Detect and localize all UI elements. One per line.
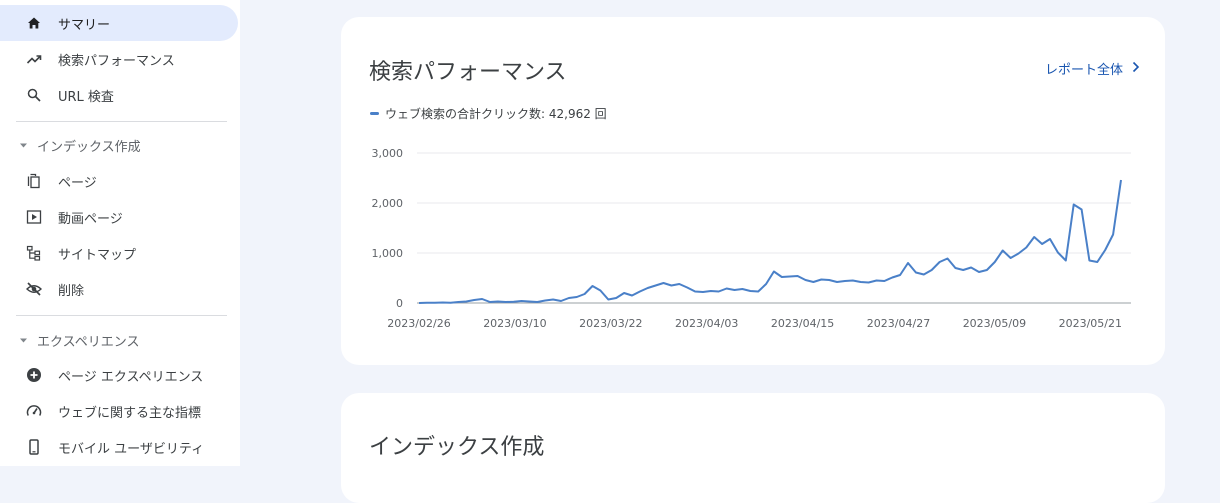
- x-tick-label: 2023/05/21: [1059, 317, 1122, 330]
- sidebar-item-label: 検索パフォーマンス: [58, 54, 175, 69]
- sidebar-item-removals[interactable]: 削除: [0, 271, 238, 307]
- sidebar-item-summary[interactable]: サマリー: [0, 5, 238, 41]
- x-tick-label: 2023/04/15: [771, 317, 834, 330]
- sidebar-item-label: サマリー: [58, 18, 111, 33]
- x-tick-label: 2023/05/09: [963, 317, 1026, 330]
- smartphone-icon: [26, 439, 42, 455]
- sitemap-icon: [26, 245, 42, 261]
- section-header-indexing[interactable]: インデックス作成: [0, 133, 230, 157]
- x-tick-label: 2023/04/03: [675, 317, 738, 330]
- card-title: インデックス作成: [369, 435, 545, 460]
- performance-card: 検索パフォーマンス レポート全体 ウェブ検索の合計クリック数: 42,962 回…: [341, 17, 1165, 365]
- caret-down-icon: [19, 139, 28, 148]
- speedometer-icon: [26, 403, 42, 419]
- home-icon: [26, 15, 42, 31]
- sidebar-divider: [16, 121, 227, 122]
- caret-down-icon: [19, 334, 28, 343]
- sidebar-item-core-web-vitals[interactable]: ウェブに関する主な指標: [0, 393, 238, 429]
- sidebar: サマリー 検索パフォーマンス URL 検査 インデックス作成 ページ 動画ページ: [0, 0, 240, 466]
- section-title: インデックス作成: [37, 140, 141, 155]
- y-tick-label: 2,000: [372, 197, 404, 210]
- sidebar-item-sitemaps[interactable]: サイトマップ: [0, 235, 238, 271]
- sidebar-item-video-pages[interactable]: 動画ページ: [0, 199, 238, 235]
- sidebar-item-label: ページ エクスペリエンス: [58, 370, 204, 385]
- x-tick-label: 2023/04/27: [867, 317, 930, 330]
- sidebar-item-label: ページ: [58, 176, 97, 191]
- sidebar-item-url-inspection[interactable]: URL 検査: [0, 77, 238, 113]
- sidebar-item-label: 動画ページ: [58, 212, 123, 227]
- x-tick-label: 2023/03/10: [483, 317, 546, 330]
- eye-off-icon: [25, 281, 43, 297]
- sidebar-item-mobile-usability[interactable]: モバイル ユーザビリティ: [0, 429, 238, 465]
- trending-up-icon: [26, 51, 42, 67]
- y-tick-label: 1,000: [372, 247, 404, 260]
- section-header-experience[interactable]: エクスペリエンス: [0, 328, 230, 352]
- series-line-clicks: [418, 179, 1122, 304]
- sidebar-item-label: サイトマップ: [58, 248, 137, 263]
- section-title: エクスペリエンス: [37, 335, 140, 350]
- sidebar-item-label: 削除: [58, 284, 85, 299]
- indexing-card: インデックス作成: [341, 393, 1165, 503]
- y-tick-label: 3,000: [372, 147, 404, 160]
- video-page-icon: [26, 209, 42, 225]
- x-tick-label: 2023/03/22: [579, 317, 642, 330]
- search-icon: [26, 87, 42, 103]
- sidebar-item-label: URL 検査: [58, 90, 114, 105]
- sidebar-item-pages[interactable]: ページ: [0, 163, 238, 199]
- pages-icon: [26, 173, 42, 189]
- sidebar-item-label: モバイル ユーザビリティ: [58, 442, 205, 457]
- sidebar-divider: [16, 315, 227, 316]
- x-tick-label: 2023/02/26: [387, 317, 450, 330]
- clicks-line-chart: 0 1,000 2,000 3,000 2023/02/26 2023/03/10 2023…: [372, 147, 1131, 330]
- sidebar-item-performance[interactable]: 検索パフォーマンス: [0, 41, 238, 77]
- y-tick-label: 0: [396, 297, 403, 310]
- sidebar-item-page-experience[interactable]: ページ エクスペリエンス: [0, 357, 238, 393]
- sidebar-item-label: ウェブに関する主な指標: [58, 406, 202, 421]
- plus-circle-icon: [26, 367, 42, 383]
